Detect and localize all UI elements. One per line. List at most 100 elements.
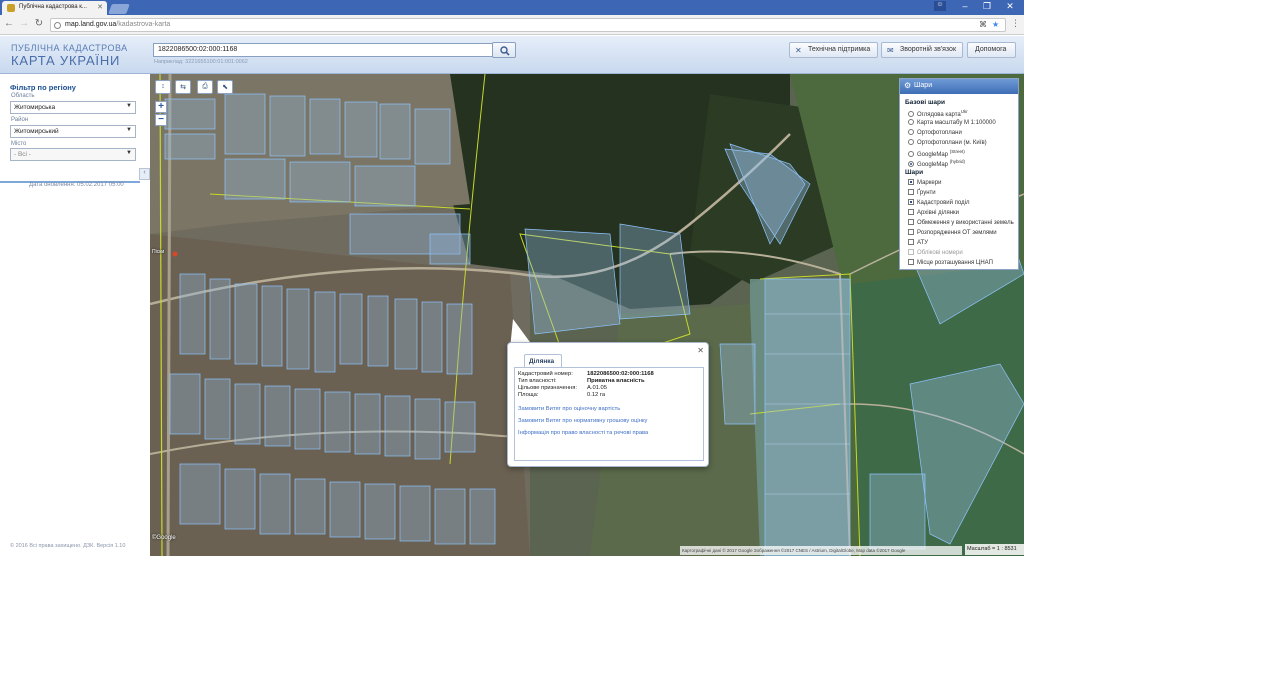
cadastral-map[interactable]: Піски ↕ ⇆ ⎙ ⬉ + − ⚙ Шари Базові шари Огл… bbox=[150, 74, 1024, 556]
overlay-layer-label: Обмеження у використанні земель bbox=[917, 220, 1014, 226]
reload-icon[interactable]: ↻ bbox=[33, 18, 45, 29]
help-button[interactable]: Допомога bbox=[967, 42, 1016, 58]
minimize-icon[interactable]: – bbox=[958, 1, 972, 11]
order-normative-valuation-link[interactable]: Замовити Витяг про нормативну грошову оц… bbox=[518, 418, 647, 424]
parcel-info-popup: ✕ Ділянка Кадастровий номер: 1822086500:… bbox=[507, 342, 709, 467]
collapse-sidebar-button[interactable]: ‹ bbox=[139, 168, 150, 180]
raion-select[interactable]: Житомирський ▼ bbox=[10, 125, 136, 138]
parcel-details: Кадастровий номер: 1822086500:02:000:116… bbox=[514, 367, 704, 461]
base-layer-option[interactable]: GoogleMap (Street) bbox=[908, 149, 965, 158]
page-info-icon[interactable] bbox=[54, 22, 61, 29]
site-header: ПУБЛІЧНА КАДАСТРОВА КАРТА УКРАЇНИ 182208… bbox=[0, 36, 1024, 74]
base-layer-option[interactable]: Ортофотоплани (м. Київ) bbox=[908, 139, 987, 146]
address-bar[interactable]: map.land.gov.ua/kadastrova-karta ⌘ ★ bbox=[50, 18, 1006, 32]
mail-icon: ✉ bbox=[887, 46, 894, 55]
misto-select[interactable]: - Всі - ▼ bbox=[10, 148, 136, 161]
select-tool[interactable]: ⬉ bbox=[217, 80, 233, 94]
browser-menu-icon[interactable]: ⋮ bbox=[1011, 18, 1020, 29]
layers-panel-header[interactable]: ⚙ Шари bbox=[900, 79, 1018, 94]
satellite-imagery[interactable] bbox=[150, 74, 1024, 556]
bookmark-star-icon[interactable]: ★ bbox=[992, 20, 999, 29]
order-valuation-link[interactable]: Замовити Витяг про оціночну вартість bbox=[518, 406, 620, 412]
oblast-label: Область bbox=[11, 93, 35, 99]
parcel-tab[interactable]: Ділянка bbox=[524, 354, 562, 367]
feedback-label: Зворотній зв'язок bbox=[900, 46, 957, 53]
forward-icon[interactable]: → bbox=[18, 18, 30, 29]
overlay-layer-option[interactable]: Ґрунти bbox=[908, 189, 936, 196]
cadastral-search-input[interactable]: 1822086500:02:000:1168 bbox=[153, 43, 493, 57]
ownership-info-link[interactable]: Інформація про право власності та речові… bbox=[518, 430, 648, 436]
raion-label: Район bbox=[11, 117, 29, 123]
tech-support-button[interactable]: ✕ Технічна підтримка bbox=[789, 42, 878, 58]
overlay-layer-option[interactable]: Кадастровий поділ bbox=[908, 199, 969, 206]
profile-icon[interactable]: ☺ bbox=[934, 1, 946, 11]
layers-title: Шари bbox=[914, 82, 933, 89]
measure-distance-tool[interactable]: ↕ bbox=[155, 80, 171, 94]
area-value: 0.12 га bbox=[587, 392, 606, 398]
checkbox-icon bbox=[908, 189, 914, 195]
overlay-layer-label: АТУ bbox=[917, 240, 929, 246]
url-host: map.land.gov.ua bbox=[65, 21, 117, 28]
map-attribution: Картографічні дані © 2017 Google Зображе… bbox=[680, 546, 962, 555]
base-layer-option[interactable]: Ортофотоплани bbox=[908, 129, 962, 136]
location-marker-icon[interactable] bbox=[172, 251, 178, 257]
new-tab-button[interactable] bbox=[108, 4, 130, 14]
overlay-layer-label: Розпорядження ОТ землями bbox=[917, 230, 997, 236]
cadastral-number-label: Кадастровий номер: bbox=[518, 371, 573, 377]
close-window-icon[interactable]: ✕ bbox=[1003, 1, 1017, 12]
overlay-layer-option[interactable]: АТУ bbox=[908, 239, 928, 246]
radio-icon bbox=[908, 151, 914, 157]
close-popup-icon[interactable]: ✕ bbox=[697, 346, 704, 355]
map-place-label: Піски bbox=[152, 249, 165, 255]
dropdown-arrow-icon: ▼ bbox=[126, 150, 132, 156]
search-icon bbox=[500, 46, 510, 56]
base-layer-option[interactable]: Оглядова картаUkr bbox=[908, 109, 968, 118]
base-layer-sup: Ukr bbox=[960, 109, 968, 114]
area-label: Площа: bbox=[518, 392, 539, 398]
overlay-layer-option[interactable]: Розпорядження ОТ землями bbox=[908, 229, 997, 236]
logo-line2: КАРТА УКРАЇНИ bbox=[11, 53, 121, 68]
measure-area-tool[interactable]: ⇆ bbox=[175, 80, 191, 94]
overlay-layer-option: Облікові номери bbox=[908, 249, 963, 256]
zoom-out-button[interactable]: − bbox=[155, 114, 167, 126]
zoom-in-button[interactable]: + bbox=[155, 101, 167, 113]
overlay-layer-label: Архівні ділянки bbox=[917, 210, 959, 216]
base-layer-option[interactable]: Карта масштабу М 1:100000 bbox=[908, 119, 996, 126]
overlay-layer-option[interactable]: Маркери bbox=[908, 179, 941, 186]
gear-icon: ⚙ bbox=[904, 81, 912, 90]
url-path: /kadastrova-karta bbox=[116, 21, 171, 28]
purpose-label: Цільове призначення: bbox=[518, 385, 578, 391]
back-icon[interactable]: ← bbox=[3, 18, 15, 29]
help-label: Допомога bbox=[975, 46, 1007, 53]
update-date: Дата оновлення: 05.02.2017 05:00 bbox=[29, 182, 124, 188]
logo-line1: ПУБЛІЧНА КАДАСТРОВА bbox=[11, 43, 128, 53]
base-layers-title: Базові шари bbox=[905, 99, 946, 106]
radio-icon bbox=[908, 119, 914, 125]
close-tab-icon[interactable]: ✕ bbox=[97, 3, 103, 11]
google-logo: ©Google bbox=[152, 535, 176, 541]
ownership-type-value: Приватна власність bbox=[587, 378, 645, 384]
dropdown-arrow-icon: ▼ bbox=[126, 127, 132, 133]
oblast-select[interactable]: Житомирська ▼ bbox=[10, 101, 136, 114]
ownership-type-label: Тип власності: bbox=[518, 378, 557, 384]
print-tool[interactable]: ⎙ bbox=[197, 80, 213, 94]
overlay-layer-label: Ґрунти bbox=[917, 190, 936, 196]
translate-icon[interactable]: ⌘ bbox=[979, 20, 987, 29]
overlay-layer-label: Кадастровий поділ bbox=[917, 200, 970, 206]
purpose-value: А.01.05 bbox=[587, 385, 607, 391]
search-hint: Наприклад: 3221655100:01:001:0062 bbox=[154, 59, 248, 65]
base-layer-sup: (hybrid) bbox=[949, 159, 965, 164]
tab-title: Публічна кадастрова к... bbox=[19, 4, 87, 10]
base-layer-sup: (Street) bbox=[949, 149, 965, 154]
overlay-layer-option[interactable]: Обмеження у використанні земель bbox=[908, 219, 1014, 226]
feedback-button[interactable]: ✉ Зворотній зв'язок bbox=[881, 42, 963, 58]
browser-tab[interactable]: Публічна кадастрова к... ✕ bbox=[2, 1, 107, 15]
checkbox-checked-icon bbox=[908, 179, 914, 185]
tech-support-label: Технічна підтримка bbox=[808, 46, 871, 53]
overlay-layer-option[interactable]: Архівні ділянки bbox=[908, 209, 959, 216]
overlay-layer-label: Облікові номери bbox=[917, 250, 963, 256]
base-layer-option[interactable]: GoogleMap (hybrid) bbox=[908, 159, 965, 168]
restore-icon[interactable]: ❐ bbox=[980, 1, 994, 12]
search-button[interactable] bbox=[492, 42, 516, 58]
overlay-layer-option[interactable]: Місце розташування ЦНАП bbox=[908, 259, 993, 266]
